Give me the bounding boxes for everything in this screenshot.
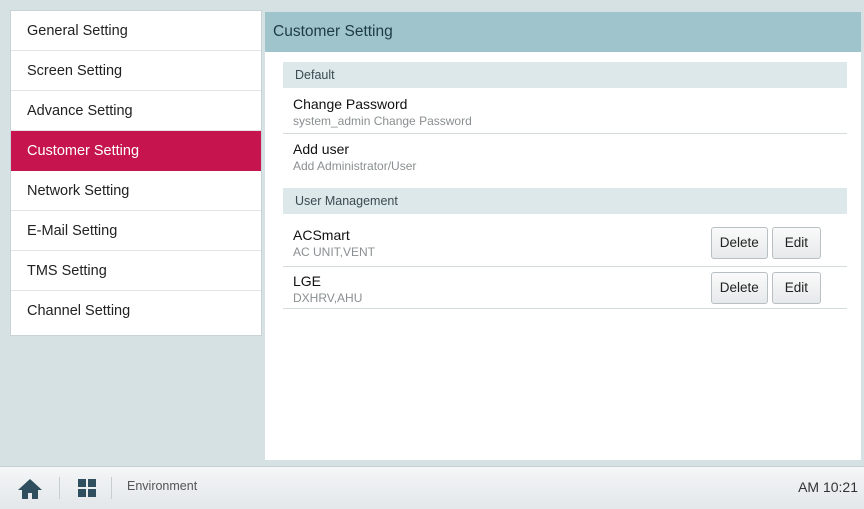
edit-user-button[interactable]: Edit bbox=[771, 272, 821, 304]
change-password-subtitle: system_admin Change Password bbox=[293, 114, 472, 128]
page-title: Customer Setting bbox=[265, 12, 861, 52]
change-password-title: Change Password bbox=[293, 96, 408, 112]
delete-user-button[interactable]: Delete bbox=[710, 227, 768, 259]
user-row: LGE DXHRV,AHU Delete Edit bbox=[283, 267, 847, 309]
bottom-bar: Environment AM 10:21 bbox=[0, 466, 864, 509]
app-frame: General Setting Screen Setting Advance S… bbox=[0, 0, 864, 509]
add-user-title: Add user bbox=[293, 141, 350, 157]
change-password-row[interactable]: Change Password system_admin Change Pass… bbox=[283, 88, 847, 134]
divider bbox=[111, 477, 112, 499]
main-panel: Customer Setting Default Change Password… bbox=[265, 12, 861, 460]
sidebar-item-tms-setting[interactable]: TMS Setting bbox=[11, 251, 261, 291]
user-row: ACSmart AC UNIT,VENT Delete Edit bbox=[283, 214, 847, 267]
add-user-subtitle: Add Administrator/User bbox=[293, 159, 417, 173]
sidebar-item-general-setting[interactable]: General Setting bbox=[11, 11, 261, 51]
delete-user-button[interactable]: Delete bbox=[710, 272, 768, 304]
edit-user-button[interactable]: Edit bbox=[771, 227, 821, 259]
section-header-default: Default bbox=[283, 62, 847, 88]
home-icon[interactable] bbox=[17, 478, 43, 500]
divider bbox=[59, 477, 60, 499]
sidebar-item-channel-setting[interactable]: Channel Setting bbox=[11, 291, 261, 331]
add-user-row[interactable]: Add user Add Administrator/User bbox=[283, 134, 847, 178]
section-header-user-management: User Management bbox=[283, 188, 847, 214]
sidebar-item-customer-setting[interactable]: Customer Setting bbox=[11, 131, 261, 171]
sidebar-item-email-setting[interactable]: E-Mail Setting bbox=[11, 211, 261, 251]
sidebar: General Setting Screen Setting Advance S… bbox=[11, 11, 261, 335]
sidebar-item-screen-setting[interactable]: Screen Setting bbox=[11, 51, 261, 91]
clock-display: AM 10:21 bbox=[798, 479, 858, 495]
breadcrumb[interactable]: Environment bbox=[127, 479, 197, 493]
sidebar-item-advance-setting[interactable]: Advance Setting bbox=[11, 91, 261, 131]
sidebar-item-network-setting[interactable]: Network Setting bbox=[11, 171, 261, 211]
grid-icon[interactable] bbox=[77, 478, 97, 498]
settings-content: Default Change Password system_admin Cha… bbox=[283, 62, 847, 309]
